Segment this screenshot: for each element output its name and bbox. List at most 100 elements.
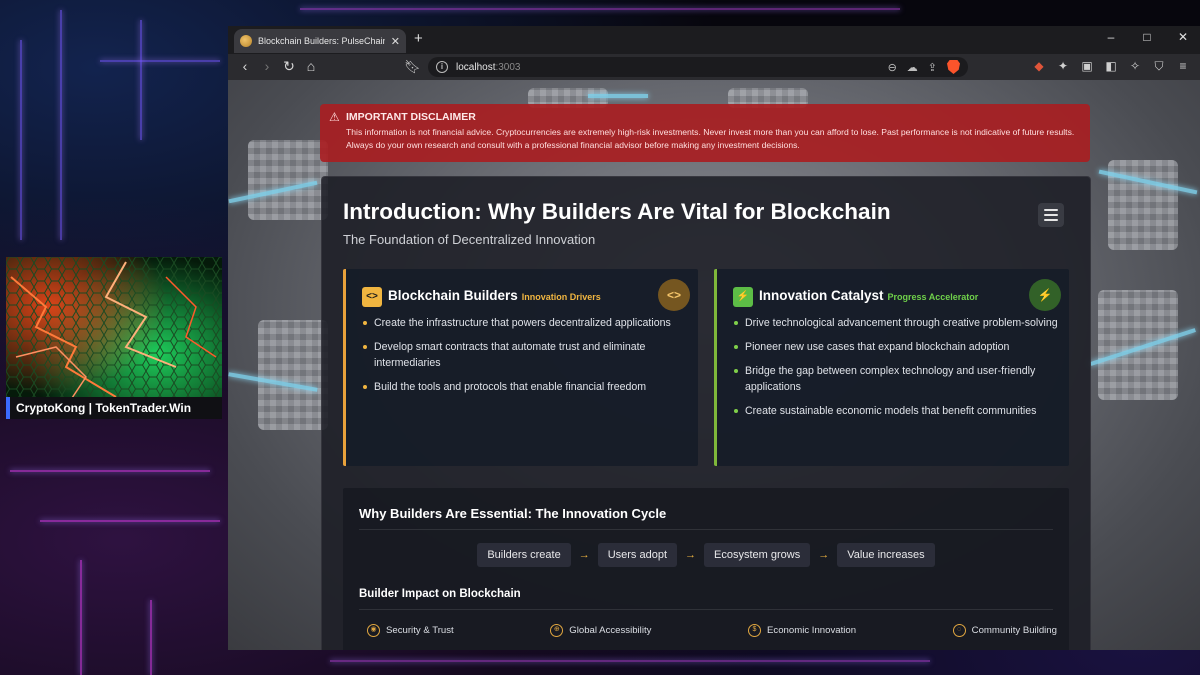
warning-icon: ⚠ <box>329 110 340 124</box>
title-bar: Blockchain Builders: PulseChain ✕ + – □ … <box>228 26 1200 54</box>
circuit-line <box>100 60 220 62</box>
vpn-shield-icon[interactable]: ⛉ <box>1152 59 1166 74</box>
section-title: Why Builders Are Essential: The Innovati… <box>359 506 667 521</box>
list-item: Build the tools and protocols that enabl… <box>362 379 692 395</box>
browser-menu-icon[interactable]: ≡ <box>1176 59 1190 74</box>
circuit-line <box>40 520 220 522</box>
menu-icon-bar <box>1044 219 1058 221</box>
impact-item: ◌ Community Building <box>952 624 1057 637</box>
arrow-right-icon: → <box>818 549 830 561</box>
list-item: Pioneer new use cases that expand blockc… <box>733 339 1063 355</box>
extensions-puzzle-icon[interactable]: ✦ <box>1056 59 1070 74</box>
tab-close-icon[interactable]: ✕ <box>391 35 400 48</box>
bookmark-icon[interactable]: 🔖︎ <box>404 59 421 75</box>
share-icon[interactable]: ⇪ <box>928 61 937 74</box>
code-badge-icon: <> <box>658 279 690 311</box>
zoom-icon[interactable]: ⊖ <box>888 61 897 74</box>
minimize-button[interactable]: – <box>1104 30 1118 44</box>
feature-tag: Innovation Drivers <box>521 292 601 302</box>
back-icon[interactable]: ‹ <box>234 58 256 75</box>
address-bar[interactable]: i localhost:3003 ⊖ ☁ ⇪ <box>428 57 968 77</box>
lightning-badge-icon: ⚡ <box>1029 279 1061 311</box>
feature-card-builders: <> Blockchain Builders Innovation Drivers… <box>343 269 698 466</box>
lightning-icon: ⚡ <box>733 287 753 307</box>
forward-icon[interactable]: › <box>256 58 278 75</box>
extensions-bar: ◆ ✦ ▣ ◧ ✧ ⛉ ≡ <box>1032 59 1190 74</box>
list-item: Drive technological advancement through … <box>733 315 1063 331</box>
background-cubes <box>1098 290 1178 400</box>
browser-tab[interactable]: Blockchain Builders: PulseChain ✕ <box>234 29 406 53</box>
feature-title: Blockchain Builders Innovation Drivers <box>388 288 601 303</box>
impact-list: ◉ Security & Trust ⊕ Global Accessibilit… <box>367 624 1057 637</box>
sidebar-toggle-icon[interactable]: ◧ <box>1104 59 1118 74</box>
maximize-button[interactable]: □ <box>1140 30 1154 44</box>
list-item: Develop smart contracts that automate tr… <box>362 339 692 371</box>
arrow-right-icon: → <box>578 549 590 561</box>
new-tab-button[interactable]: + <box>414 30 423 47</box>
webcam-video <box>6 257 222 419</box>
circuit-line <box>150 600 152 675</box>
feature-title-text: Blockchain Builders <box>388 288 518 303</box>
page-subtitle: The Foundation of Decentralized Innovati… <box>343 232 596 247</box>
hamburger-menu-button[interactable] <box>1038 203 1064 227</box>
url-host: localhost <box>456 61 496 73</box>
coins-icon: $ <box>748 624 761 637</box>
list-item: Bridge the gap between complex technolog… <box>733 363 1063 395</box>
content-card: Introduction: Why Builders Are Vital for… <box>321 176 1091 650</box>
extension-fox-icon[interactable]: ◆ <box>1032 59 1046 74</box>
circuit-line <box>330 660 930 662</box>
home-icon[interactable]: ⌂ <box>300 58 322 75</box>
arrow-right-icon: → <box>685 549 697 561</box>
globe-icon: ⊕ <box>550 624 564 637</box>
browser-window: Blockchain Builders: PulseChain ✕ + – □ … <box>228 26 1200 650</box>
disclaimer-text: This information is not financial advice… <box>346 127 1075 150</box>
page-title: Introduction: Why Builders Are Vital for… <box>343 199 891 224</box>
reload-icon[interactable]: ↻ <box>278 58 300 75</box>
feature-card-catalyst: ⚡ Innovation Catalyst Progress Accelerato… <box>714 269 1069 466</box>
list-item: Create sustainable economic models that … <box>733 403 1063 419</box>
url-text: localhost:3003 <box>456 62 521 73</box>
feature-list: Create the infrastructure that powers de… <box>362 315 692 403</box>
impact-item: ⊕ Global Accessibility <box>550 624 651 637</box>
cloud-icon[interactable]: ☁ <box>907 61 918 74</box>
impact-label: Global Accessibility <box>569 625 652 636</box>
close-window-button[interactable]: ✕ <box>1176 30 1190 44</box>
cycle-step: Value increases <box>837 543 935 567</box>
disclaimer-banner: ⚠ IMPORTANT DISCLAIMER This information … <box>320 104 1090 162</box>
circuit-line <box>20 40 22 240</box>
tab-title: Blockchain Builders: PulseChain <box>258 36 385 46</box>
site-info-icon[interactable]: i <box>436 61 448 73</box>
impact-item: $ Economic Innovation <box>748 624 856 637</box>
tab-favicon-icon <box>240 35 252 47</box>
impact-label: Community Building <box>971 625 1057 636</box>
circuit-line <box>300 8 900 10</box>
screenshot-icon[interactable]: ▣ <box>1080 59 1094 74</box>
webcam-overlay: CryptoKong | TokenTrader.Win <box>6 257 222 419</box>
url-actions: ⊖ ☁ ⇪ <box>888 60 960 74</box>
leo-ai-icon[interactable]: ✧ <box>1128 59 1142 74</box>
shield-icon: ◉ <box>367 624 380 637</box>
feature-list: Drive technological advancement through … <box>733 315 1063 427</box>
list-item: Create the infrastructure that powers de… <box>362 315 692 331</box>
impact-label: Economic Innovation <box>767 625 857 636</box>
background-cubes <box>258 320 328 430</box>
circuit-line <box>80 560 82 675</box>
page-viewport: ⚠ IMPORTANT DISCLAIMER This information … <box>228 80 1200 650</box>
impact-title: Builder Impact on Blockchain <box>359 588 521 600</box>
code-icon: <> <box>362 287 382 307</box>
divider <box>359 529 1053 530</box>
browser-toolbar: ‹ › ↻ ⌂ 🔖︎ i localhost:3003 ⊖ ☁ ⇪ ◆ ✦ ▣ … <box>228 54 1200 80</box>
url-port: :3003 <box>495 61 521 73</box>
cycle-step: Ecosystem grows <box>704 543 811 567</box>
innovation-cycle-section: Why Builders Are Essential: The Innovati… <box>343 488 1069 650</box>
circuit-line <box>10 470 210 472</box>
menu-icon-bar <box>1044 214 1058 216</box>
feature-tag: Progress Accelerator <box>887 292 979 302</box>
feature-title: Innovation Catalyst Progress Accelerator <box>759 288 978 303</box>
brave-shields-icon[interactable] <box>947 60 960 74</box>
cycle-step: Users adopt <box>597 543 678 567</box>
nav-buttons: ‹ › ↻ ⌂ <box>234 58 322 75</box>
disclaimer-title: IMPORTANT DISCLAIMER <box>346 111 476 123</box>
feature-title-text: Innovation Catalyst <box>759 288 884 303</box>
circuit-line <box>140 20 142 140</box>
